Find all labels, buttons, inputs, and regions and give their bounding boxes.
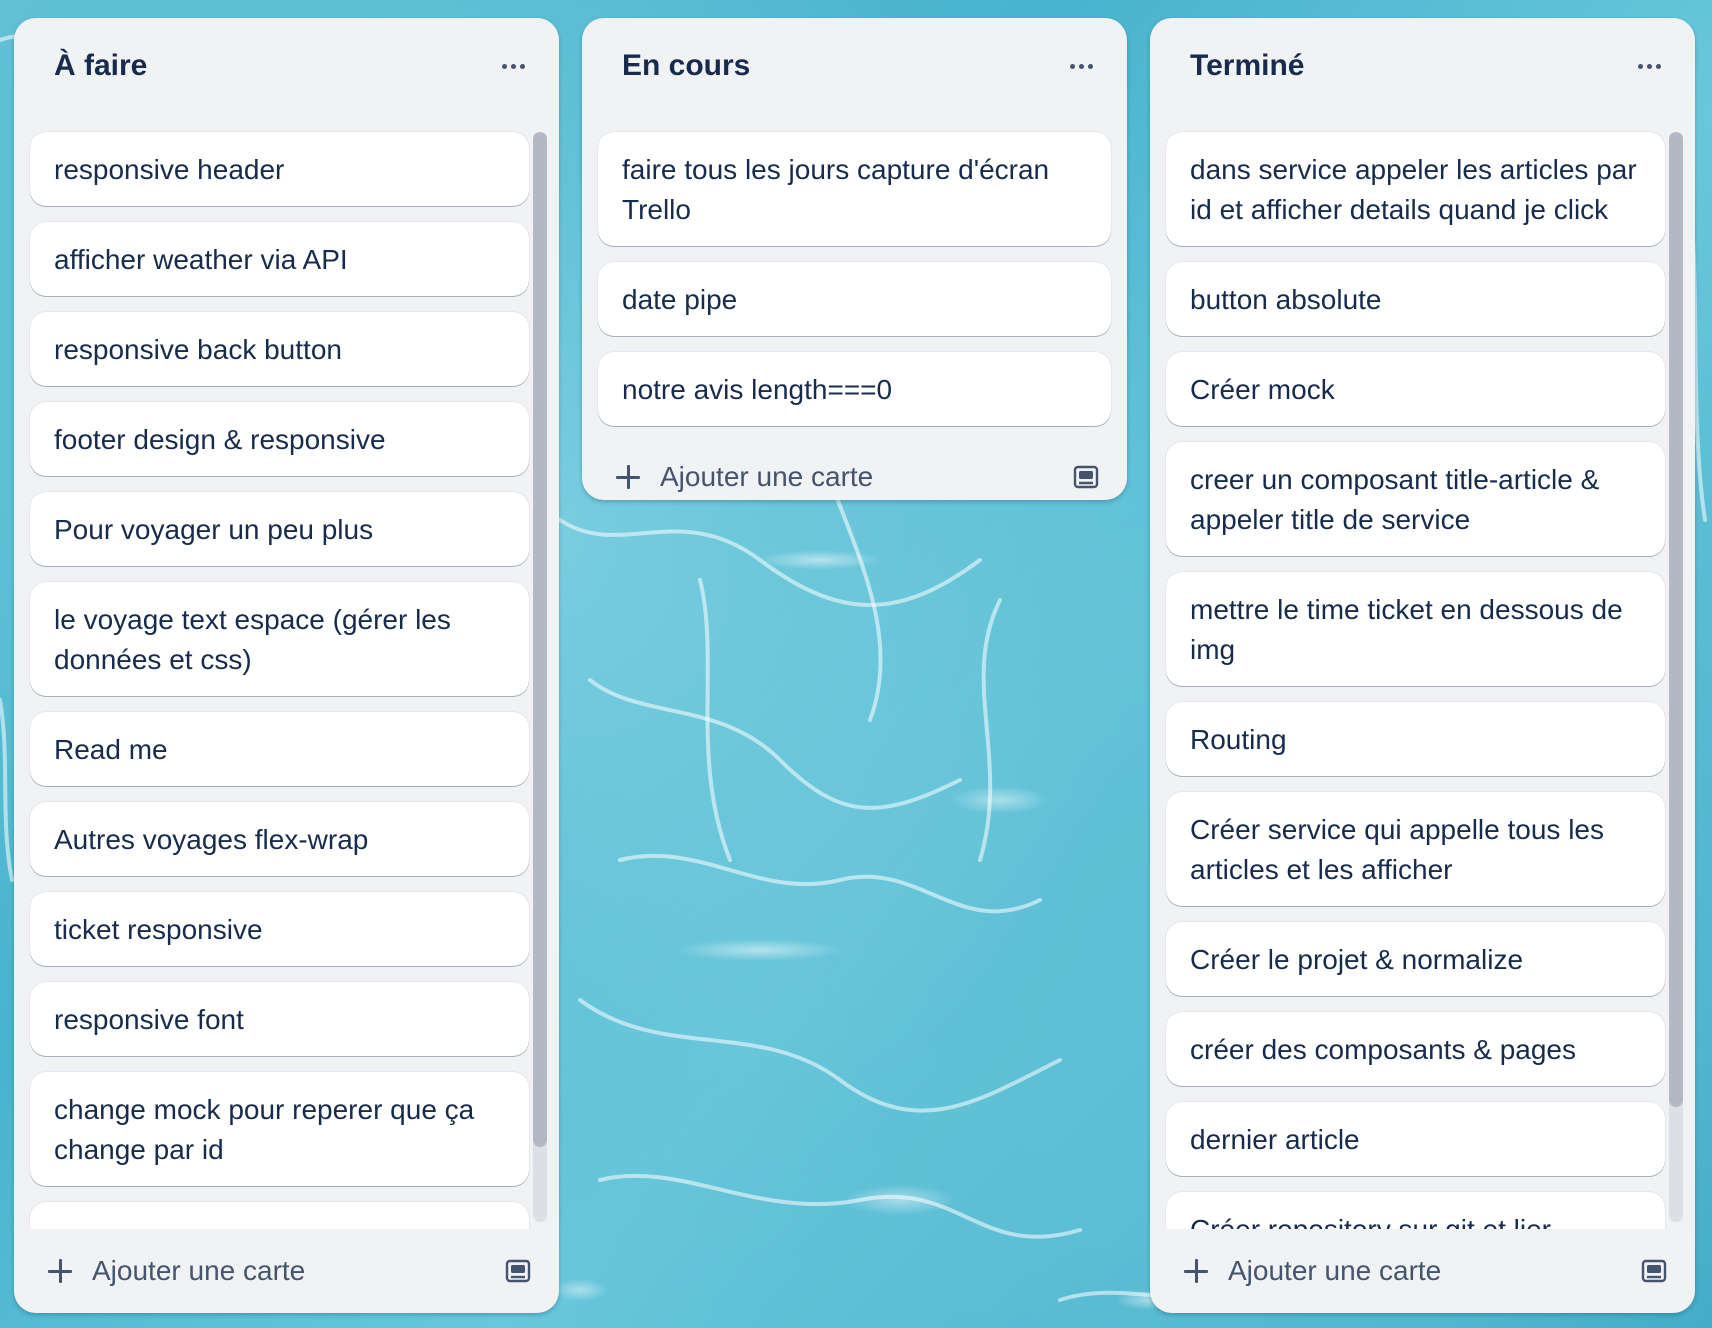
scrollbar-thumb[interactable]: [1669, 132, 1683, 1107]
list-more-button[interactable]: [1627, 44, 1671, 88]
card[interactable]: dans service appeler les articles par id…: [1166, 132, 1665, 246]
plus-icon: [46, 1257, 74, 1285]
card-list: responsive header afficher weather via A…: [14, 114, 559, 1229]
add-card-label: Ajouter une carte: [92, 1255, 306, 1286]
list-title[interactable]: À faire: [54, 49, 147, 83]
more-horizontal-icon: [501, 63, 525, 69]
card-list: dans service appeler les articles par id…: [1150, 114, 1695, 1229]
card[interactable]: dernier article: [1166, 1102, 1665, 1176]
add-card-label: Ajouter une carte: [660, 461, 874, 492]
card[interactable]: Créer mock: [1166, 352, 1665, 426]
card[interactable]: faire tous les jours capture d'écran Tre…: [598, 132, 1111, 246]
more-horizontal-icon: [1069, 63, 1093, 69]
add-card-label: Ajouter une carte: [1228, 1255, 1442, 1286]
card[interactable]: Read me: [30, 712, 529, 786]
card-template-icon[interactable]: [1639, 1256, 1669, 1286]
list-termine: Terminé dans service appeler les article…: [1150, 18, 1695, 1313]
list-footer: Ajouter une carte: [14, 1229, 559, 1313]
card[interactable]: Autres voyages flex-wrap: [30, 802, 529, 876]
list-a-faire: À faire responsive header afficher weath…: [14, 18, 559, 1313]
plus-icon: [1182, 1257, 1210, 1285]
list-header: Terminé: [1150, 18, 1695, 114]
card-template-icon[interactable]: [503, 1256, 533, 1286]
card[interactable]: Routing: [1166, 702, 1665, 776]
add-card-button[interactable]: Ajouter une carte: [46, 1255, 305, 1287]
card[interactable]: button absolute: [1166, 262, 1665, 336]
card[interactable]: responsive header: [30, 132, 529, 206]
card[interactable]: notre avis length===0: [598, 352, 1111, 426]
card[interactable]: date pipe: [598, 262, 1111, 336]
card[interactable]: Pour voyager un peu plus: [30, 492, 529, 566]
card[interactable]: Créer service qui appelle tous les artic…: [1166, 792, 1665, 906]
card[interactable]: creer un composant title-article & appel…: [1166, 442, 1665, 556]
list-title[interactable]: En cours: [622, 49, 750, 83]
list-footer: Ajouter une carte: [1150, 1229, 1695, 1313]
plus-icon: [614, 463, 642, 491]
add-card-button[interactable]: Ajouter une carte: [1182, 1255, 1441, 1287]
list-en-cours: En cours faire tous les jours capture d'…: [582, 18, 1127, 500]
list-header: En cours: [582, 18, 1127, 114]
scrollbar-thumb[interactable]: [533, 132, 547, 1147]
list-header: À faire: [14, 18, 559, 114]
list-more-button[interactable]: [491, 44, 535, 88]
add-card-button[interactable]: Ajouter une carte: [614, 461, 873, 493]
card-template-icon[interactable]: [1071, 462, 1101, 492]
card-list: faire tous les jours capture d'écran Tre…: [582, 114, 1127, 426]
card[interactable]: Créer le projet & normalize: [1166, 922, 1665, 996]
list-footer: Ajouter une carte: [582, 442, 1127, 500]
card[interactable]: mettre le time ticket en dessous de img: [1166, 572, 1665, 686]
card[interactable]: responsive font: [30, 982, 529, 1056]
card[interactable]: ticket responsive: [30, 892, 529, 966]
card[interactable]: change mock pour reperer que ça change p…: [30, 1072, 529, 1186]
list-title[interactable]: Terminé: [1190, 49, 1304, 83]
card[interactable]: afficher weather via API: [30, 222, 529, 296]
card[interactable]: créer des composants & pages: [1166, 1012, 1665, 1086]
card[interactable]: footer design & responsive: [30, 402, 529, 476]
scrollbar[interactable]: [1669, 132, 1683, 1222]
card[interactable]: back button en version mobile: [30, 1202, 529, 1229]
card[interactable]: responsive back button: [30, 312, 529, 386]
more-horizontal-icon: [1637, 63, 1661, 69]
list-more-button[interactable]: [1059, 44, 1103, 88]
card[interactable]: Créer repository sur git et lier: [1166, 1192, 1665, 1229]
card[interactable]: le voyage text espace (gérer les données…: [30, 582, 529, 696]
scrollbar[interactable]: [533, 132, 547, 1222]
